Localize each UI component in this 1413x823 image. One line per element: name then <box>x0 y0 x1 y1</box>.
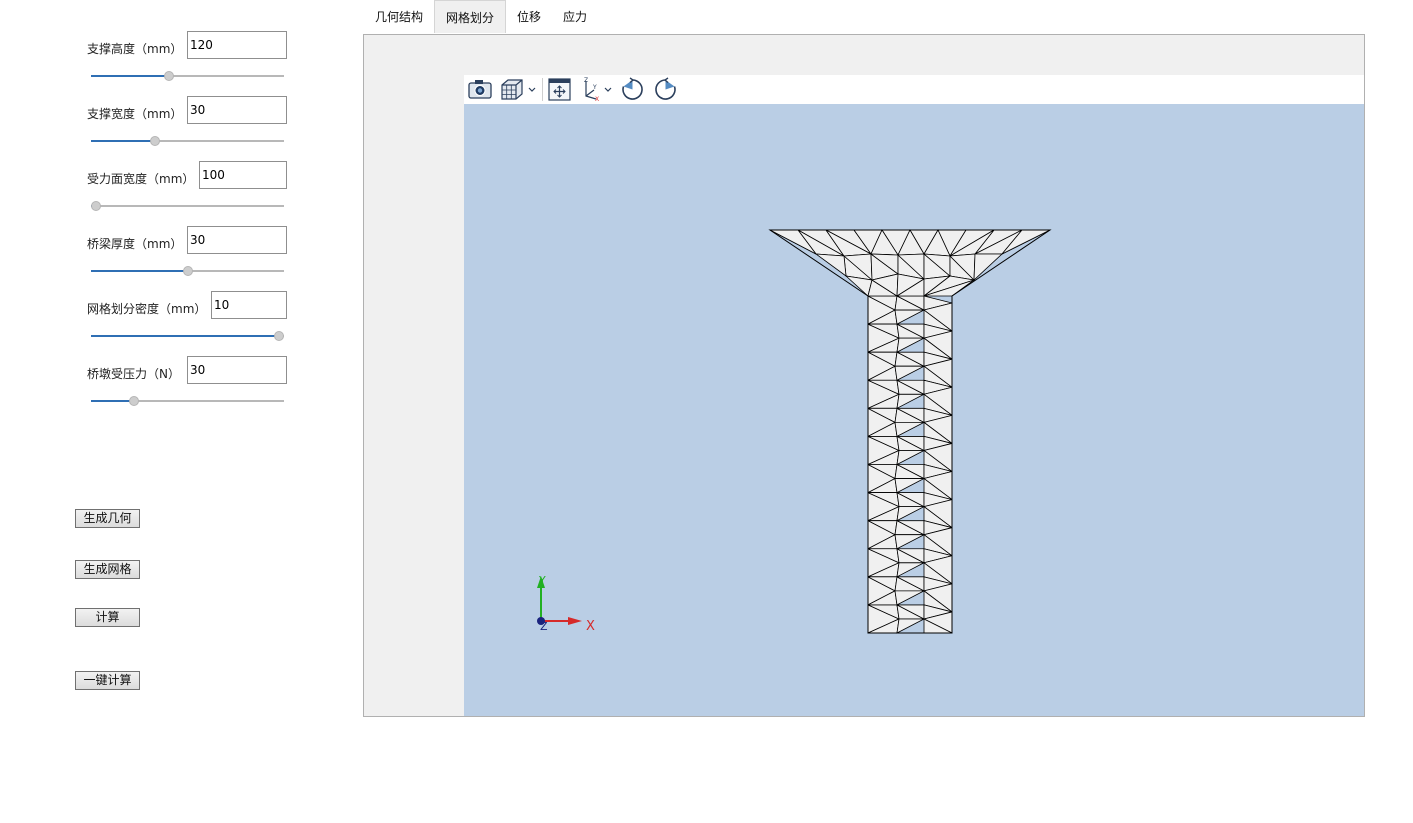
slider-thumb[interactable] <box>91 201 101 211</box>
pier-load-slider[interactable] <box>91 395 284 407</box>
bridge-thickness-input[interactable] <box>187 226 287 254</box>
pier-load-input[interactable] <box>187 356 287 384</box>
tab-geometry[interactable]: 几何结构 <box>364 0 434 33</box>
support-width-input[interactable] <box>187 96 287 124</box>
load-face-width-label: 受力面宽度（mm） <box>87 172 195 186</box>
toolbar-divider <box>542 78 543 101</box>
chevron-down-icon[interactable] <box>603 77 613 102</box>
slider-fill <box>91 75 170 77</box>
mesh-element <box>896 393 925 410</box>
tab-mesh[interactable]: 网格划分 <box>434 0 507 33</box>
support-height-input[interactable] <box>187 31 287 59</box>
slider-thumb[interactable] <box>129 396 140 406</box>
slider-thumb[interactable] <box>149 136 160 146</box>
load-face-width-input[interactable] <box>199 161 287 189</box>
mesh-element <box>896 562 925 578</box>
load-face-width-slider[interactable] <box>91 200 284 212</box>
x-axis-arrow <box>568 617 582 625</box>
slider-thumb[interactable] <box>182 266 193 276</box>
one-click-compute-button[interactable]: 一键计算 <box>75 671 140 690</box>
mesh-element <box>896 337 925 353</box>
svg-text:X: X <box>595 96 599 102</box>
support-width-label: 支撑宽度（mm） <box>87 107 183 121</box>
slider-fill <box>91 140 155 142</box>
mesh-element <box>896 506 925 522</box>
mesh-density-label: 网格划分密度（mm） <box>87 302 207 316</box>
mesh-element <box>894 478 925 494</box>
view-tabs: 几何结构 网格划分 位移 应力 <box>364 0 598 33</box>
axes-orientation-icon[interactable]: Z Y X <box>580 77 602 102</box>
mesh-element <box>814 253 847 277</box>
mesh-geometry <box>768 229 1052 634</box>
x-axis-label: X <box>586 619 595 634</box>
camera-icon[interactable] <box>467 77 493 102</box>
fit-view-icon[interactable] <box>547 77 572 102</box>
y-axis-label: Y <box>538 574 546 587</box>
viewer-toolbar: Z Y X <box>464 75 1364 104</box>
generate-mesh-button[interactable]: 生成网格 <box>75 560 140 579</box>
bridge-thickness-label: 桥梁厚度（mm） <box>87 237 183 251</box>
mesh-element <box>894 309 925 325</box>
view-cube-icon[interactable] <box>499 77 525 102</box>
tab-stress[interactable]: 应力 <box>552 0 598 33</box>
slider-fill <box>91 335 279 337</box>
mesh-density-input[interactable] <box>211 291 287 319</box>
rotate-counterclockwise-icon[interactable] <box>653 77 678 102</box>
chevron-down-icon[interactable] <box>527 77 537 102</box>
support-height-slider[interactable] <box>91 70 284 82</box>
generate-geometry-button[interactable]: 生成几何 <box>75 509 140 528</box>
z-axis-label: Z <box>540 620 548 633</box>
support-height-label: 支撑高度（mm） <box>87 42 183 56</box>
slider-thumb[interactable] <box>274 331 284 341</box>
mesh-element <box>894 365 925 381</box>
mesh-element <box>896 618 925 634</box>
slider-track <box>91 205 284 207</box>
mesh-element <box>894 534 925 550</box>
mesh-element <box>894 590 925 606</box>
axes-triad: Y X Z <box>537 574 595 634</box>
mesh-density-slider[interactable] <box>91 330 284 342</box>
slider-fill <box>91 400 135 402</box>
rotate-clockwise-icon[interactable] <box>620 77 645 102</box>
mesh-element <box>844 275 873 297</box>
mesh-viewport[interactable]: Y X Z <box>464 104 1364 716</box>
mesh-element <box>896 450 925 466</box>
slider-thumb[interactable] <box>164 71 175 81</box>
svg-text:Z: Z <box>584 77 588 84</box>
tab-displacement[interactable]: 位移 <box>506 0 552 33</box>
mesh-element <box>894 421 925 438</box>
pier-load-label: 桥墩受压力（N） <box>87 367 180 381</box>
mesh-canvas[interactable]: Y X Z <box>464 104 1364 716</box>
mesh-element <box>973 253 1004 281</box>
compute-button[interactable]: 计算 <box>75 608 140 627</box>
bridge-thickness-slider[interactable] <box>91 265 284 277</box>
support-width-slider[interactable] <box>91 135 284 147</box>
slider-fill <box>91 270 188 272</box>
svg-text:Y: Y <box>592 84 597 91</box>
